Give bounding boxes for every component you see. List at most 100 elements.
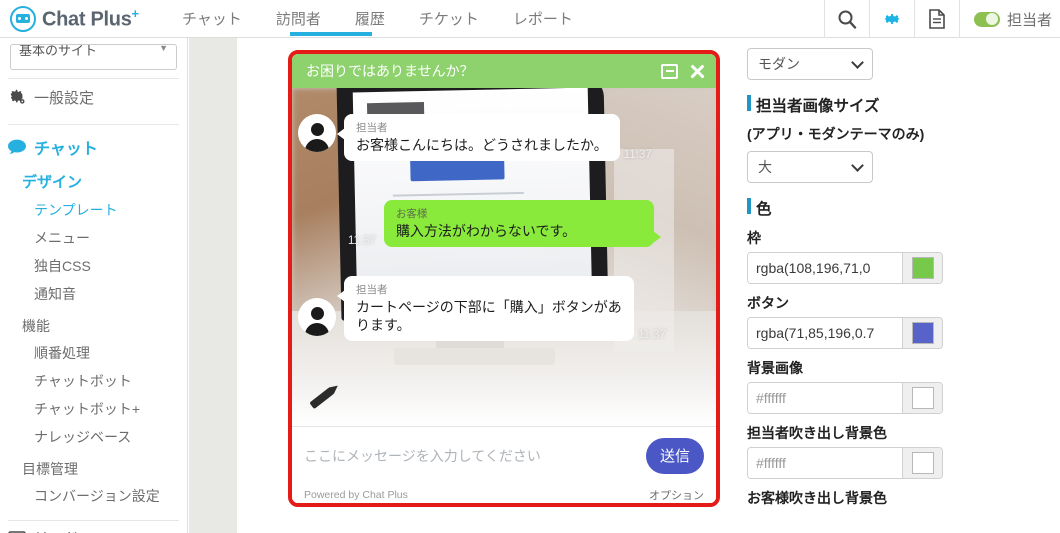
agent-status-toggle[interactable]: 担当者 xyxy=(958,0,1060,38)
button-color-input[interactable] xyxy=(748,318,902,348)
message-text: カートページの下部に「購入」ボタンがあります。 xyxy=(356,299,622,334)
widget-conversation-body: 担当者 お客様こんにちは。どうされましたか。 11:37 11:37 お客様 購… xyxy=(292,88,716,426)
color-swatch xyxy=(911,257,934,279)
avatar xyxy=(298,114,336,152)
background-image-input[interactable] xyxy=(748,383,902,413)
nav-item-ticket[interactable]: チケット xyxy=(402,0,496,38)
minimize-icon[interactable] xyxy=(661,63,678,79)
send-button[interactable]: 送信 xyxy=(646,437,704,474)
agent-image-size-value: 大 xyxy=(758,159,772,175)
message-list: 担当者 お客様こんにちは。どうされましたか。 11:37 11:37 お客様 購… xyxy=(292,88,716,426)
agent-bubble-bg-swatch-button[interactable] xyxy=(902,448,942,478)
chevron-down-icon xyxy=(851,56,864,69)
brand-main-text: Chat Plus xyxy=(42,8,132,31)
widget-footer: Powered by Chat Plus オプション xyxy=(292,484,716,503)
widget-header-actions xyxy=(661,54,706,88)
border-color-field xyxy=(747,252,943,284)
agent-bubble-bg-field xyxy=(747,447,943,479)
document-button[interactable] xyxy=(913,0,959,38)
sidebar-item-chatbot-plus[interactable]: チャットボット+ xyxy=(0,395,187,423)
border-color-swatch-button[interactable] xyxy=(902,253,942,283)
agent-image-size-note: (アプリ・モダンテーマのみ) xyxy=(747,126,925,142)
agent-bubble-bg-input[interactable] xyxy=(748,448,902,478)
sidebar-item-lead[interactable]: リード xyxy=(0,521,187,533)
customer-bubble-bg-label: お客様吹き出し背景色 xyxy=(747,490,887,506)
header-actions: 担当者 xyxy=(823,0,1060,38)
site-select[interactable]: 基本のサイト ▼ xyxy=(10,44,177,70)
background-image-swatch-button[interactable] xyxy=(902,383,942,413)
widget-message-input-row: ここにメッセージを入力してください 送信 xyxy=(292,426,716,484)
color-swatch xyxy=(911,387,934,409)
gutter-strip xyxy=(189,38,237,533)
border-color-label: 枠 xyxy=(747,230,761,246)
message-sender: 担当者 xyxy=(356,122,388,134)
sidebar-item-template[interactable]: テンプレート xyxy=(0,196,187,224)
agent-bubble: 担当者 お客様こんにちは。どうされましたか。 xyxy=(337,114,620,162)
sidebar-group-design[interactable]: デザイン xyxy=(0,167,187,196)
chat-widget-preview: お困りではありませんか？ 担当者 お客様こんにちは。どうされましたか。 11:3… xyxy=(288,50,720,507)
message-sender: お客様 xyxy=(395,208,428,220)
button-color-swatch-button[interactable] xyxy=(902,318,942,348)
toggle-switch-icon[interactable] xyxy=(973,11,1000,27)
sidebar-item-general-settings[interactable]: 一般設定 xyxy=(0,79,187,116)
speech-bubble-icon xyxy=(8,139,26,155)
theme-select[interactable]: モダン xyxy=(747,48,873,80)
sidebar-head-goal: 目標管理 xyxy=(22,461,78,477)
message-row: 担当者 カートページの下部に「購入」ボタンがあります。 11:37 xyxy=(298,276,670,342)
color-swatch xyxy=(911,452,934,474)
color-swatch xyxy=(911,322,934,344)
background-image-label: 背景画像 xyxy=(747,360,803,376)
color-section-title: 色 xyxy=(747,197,1044,219)
sidebar-item-chat[interactable]: チャット xyxy=(0,125,187,167)
nav-item-report[interactable]: レポート xyxy=(496,0,590,38)
avatar xyxy=(298,298,336,336)
settings-panel: モダン 担当者画像サイズ (アプリ・モダンテーマのみ) 大 色 枠 ボタン 背景… xyxy=(741,38,1060,533)
agent-image-size-title: 担当者画像サイズ xyxy=(747,94,1044,116)
app-root: Chat Plus+ チャット 訪問者 履歴 チケット レポート 担当者 基本の… xyxy=(0,0,1060,533)
gear-icon xyxy=(884,14,900,24)
options-link[interactable]: オプション xyxy=(649,487,704,503)
search-icon xyxy=(838,10,857,29)
message-row: 担当者 お客様こんにちは。どうされましたか。 11:37 xyxy=(298,114,656,162)
nav-item-chat[interactable]: チャット xyxy=(165,0,259,38)
agent-bubble: 担当者 カートページの下部に「購入」ボタンがあります。 xyxy=(337,276,634,342)
sidebar-item-notify-sound[interactable]: 通知音 xyxy=(0,280,187,308)
sidebar-item-queue[interactable]: 順番処理 xyxy=(0,339,187,367)
button-color-label: ボタン xyxy=(747,295,789,311)
settings-button[interactable] xyxy=(868,0,914,38)
sidebar-head-function: 機能 xyxy=(22,318,50,334)
sidebar-item-menu[interactable]: メニュー xyxy=(0,224,187,252)
widget-header: お困りではありませんか？ xyxy=(292,54,716,88)
site-select-value: 基本のサイト xyxy=(19,44,98,58)
message-sender: 担当者 xyxy=(356,284,388,296)
theme-select-value: モダン xyxy=(758,56,800,72)
brand-logo-area[interactable]: Chat Plus+ xyxy=(0,5,165,32)
powered-by-label: Powered by Chat Plus xyxy=(304,489,408,501)
widget-title: お困りではありませんか？ xyxy=(306,63,474,79)
message-input[interactable]: ここにメッセージを入力してください xyxy=(304,446,646,466)
message-text: お客様こんにちは。どうされましたか。 xyxy=(356,137,608,153)
search-button[interactable] xyxy=(823,0,869,38)
chevron-down-icon xyxy=(851,159,864,172)
top-header: Chat Plus+ チャット 訪問者 履歴 チケット レポート 担当者 xyxy=(0,0,1060,38)
sidebar-general-settings-label: 一般設定 xyxy=(34,90,95,107)
button-color-field xyxy=(747,317,943,349)
left-sidebar: 基本のサイト ▼ 一般設定 チャット デザイン テンプレート メニュー 独自CS… xyxy=(0,38,188,533)
sidebar-item-conversion-settings[interactable]: コンバージョン設定 xyxy=(0,482,187,510)
message-timestamp: 11:37 xyxy=(348,235,376,248)
sidebar-item-knowledge-base[interactable]: ナレッジベース xyxy=(0,423,187,451)
background-image-field xyxy=(747,382,943,414)
border-color-input[interactable] xyxy=(748,253,902,283)
agent-image-size-select[interactable]: 大 xyxy=(747,151,873,183)
chat-plus-logo-icon xyxy=(10,5,36,32)
brand-sup-text: + xyxy=(131,5,140,21)
active-tab-indicator xyxy=(290,32,372,36)
sidebar-item-chatbot[interactable]: チャットボット xyxy=(0,367,187,395)
sidebar-item-custom-css[interactable]: 独自CSS xyxy=(0,252,187,280)
agent-status-label: 担当者 xyxy=(1006,11,1052,29)
brand-title: Chat Plus+ xyxy=(42,6,139,32)
agent-bubble-bg-label: 担当者吹き出し背景色 xyxy=(747,425,887,441)
close-icon[interactable] xyxy=(688,62,706,80)
message-text: 購入方法がわからないです。 xyxy=(395,223,577,239)
sidebar-chat-label: チャット xyxy=(34,141,98,158)
